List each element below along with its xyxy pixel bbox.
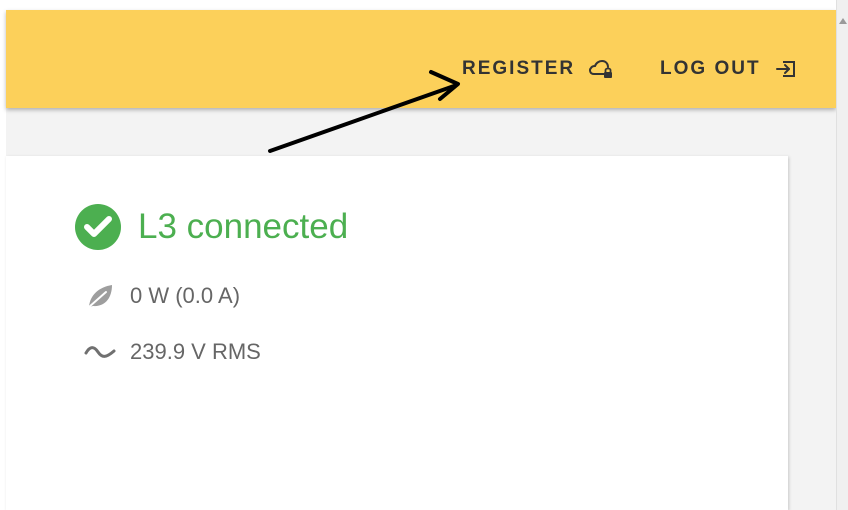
- logout-icon: [773, 57, 801, 81]
- scrollbar[interactable]: [836, 0, 848, 510]
- check-circle-icon: [74, 203, 122, 251]
- connection-status: L3 connected: [138, 207, 349, 246]
- voltage-value: 239.9 V RMS: [130, 339, 261, 364]
- logout-button[interactable]: LOG OUT: [660, 54, 801, 84]
- register-button[interactable]: REGISTER: [462, 54, 615, 84]
- power-metric: 0 W (0.0 A): [82, 280, 240, 312]
- logout-label: LOG OUT: [660, 58, 761, 79]
- scroll-up-icon[interactable]: [839, 18, 847, 24]
- top-strip: [6, 0, 836, 10]
- status-card: L3 connected 0 W (0.0 A) 239.9 V RMS: [6, 156, 788, 510]
- power-value: 0 W (0.0 A): [130, 283, 241, 308]
- leaf-icon: [82, 280, 118, 312]
- cloud-lock-icon: [587, 57, 615, 81]
- status-row: L3 connected: [74, 203, 348, 251]
- voltage-metric: 239.9 V RMS: [82, 336, 261, 368]
- app-bar: REGISTER LOG OUT: [6, 10, 836, 108]
- register-label: REGISTER: [462, 58, 576, 79]
- page: REGISTER LOG OUT L3 connected 0 W (0.0 A…: [0, 0, 848, 510]
- sine-wave-icon: [82, 336, 118, 368]
